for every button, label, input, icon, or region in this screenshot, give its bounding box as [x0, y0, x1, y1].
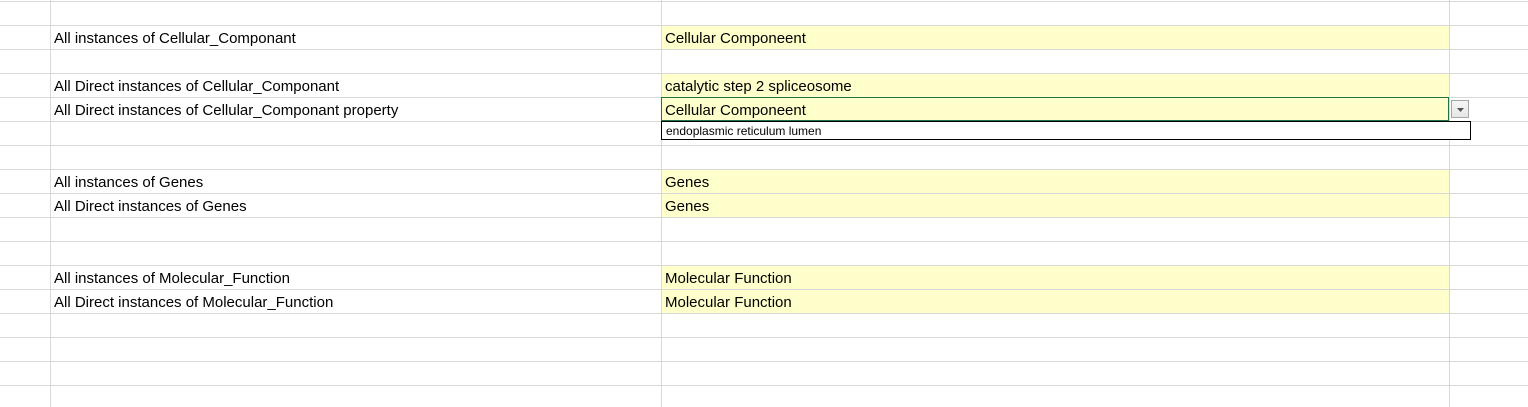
label-cell[interactable]: All instances of Genes	[54, 170, 654, 193]
gridline	[0, 49, 1528, 50]
dropdown-list[interactable]: endoplasmic reticulum lumen	[661, 121, 1471, 140]
dropdown-arrow-button[interactable]	[1451, 100, 1469, 118]
label-cell[interactable]: All Direct instances of Cellular_Compona…	[54, 98, 654, 121]
gridline	[0, 241, 1528, 242]
dropdown-option[interactable]: endoplasmic reticulum lumen	[666, 122, 821, 139]
gridline	[0, 1, 1528, 2]
value-cell[interactable]: Cellular Componeent	[665, 26, 1445, 49]
value-cell[interactable]: Molecular Function	[665, 266, 1445, 289]
value-cell[interactable]: Genes	[665, 170, 1445, 193]
value-cell[interactable]: Genes	[665, 194, 1445, 217]
gridline	[0, 337, 1528, 338]
gridline	[0, 145, 1528, 146]
value-cell-active[interactable]: Cellular Componeent	[665, 98, 1445, 121]
spreadsheet-grid: All instances of Cellular_Componant All …	[0, 0, 1528, 407]
column-divider	[1449, 0, 1450, 407]
label-cell[interactable]: All Direct instances of Molecular_Functi…	[54, 290, 654, 313]
chevron-down-icon	[1457, 108, 1464, 112]
label-cell[interactable]: All Direct instances of Cellular_Compona…	[54, 74, 654, 97]
gridline	[0, 313, 1528, 314]
label-cell[interactable]: All instances of Cellular_Componant	[54, 26, 654, 49]
gridline	[0, 385, 1528, 386]
value-cell[interactable]: catalytic step 2 spliceosome	[665, 74, 1445, 97]
label-cell[interactable]: All Direct instances of Genes	[54, 194, 654, 217]
label-cell[interactable]: All instances of Molecular_Function	[54, 266, 654, 289]
gridline	[0, 361, 1528, 362]
value-cell[interactable]: Molecular Function	[665, 290, 1445, 313]
gridline	[0, 217, 1528, 218]
column-divider	[50, 0, 51, 407]
